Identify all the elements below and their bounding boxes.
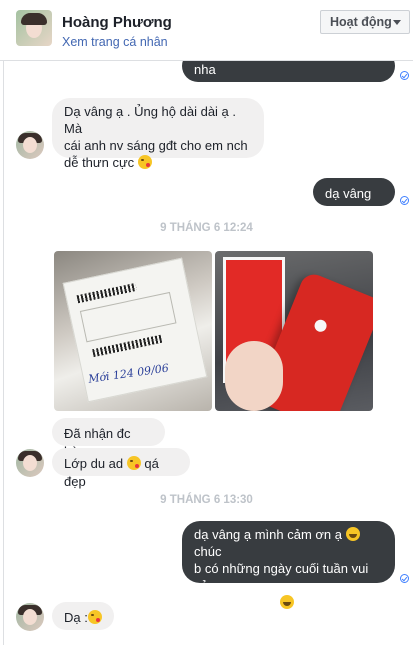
timestamp-divider: 9 THÁNG 6 13:30	[160, 494, 253, 506]
red-phone-case-photo[interactable]	[215, 251, 373, 411]
contact-avatar[interactable]	[16, 10, 52, 46]
timestamp-divider: 9 THÁNG 6 12:24	[160, 222, 253, 234]
message-text-line: b có những ngày cuối tuần vui vẻ	[194, 561, 369, 593]
view-profile-link[interactable]: Xem trang cá nhân	[62, 35, 168, 49]
contact-avatar-small[interactable]	[16, 131, 44, 159]
label-sheet: Mới 124 09/06	[62, 257, 208, 403]
handwritten-note: Mới 124 09/06	[87, 361, 170, 386]
message-bubble-outgoing[interactable]: dạ vâng ^^	[313, 178, 395, 219]
left-divider	[3, 60, 4, 645]
message-text-line: Dạ vâng ạ . Ủng hộ dài dài ạ . Mà	[64, 104, 237, 136]
message-bubble-incoming[interactable]: Lớp du ad qá đẹp	[52, 448, 190, 489]
message-text: nha	[194, 62, 216, 77]
grin-emoji-icon	[345, 527, 360, 541]
contact-avatar-small[interactable]	[16, 603, 44, 631]
message-text-line: dạ vâng ạ mình cảm ơn ạ	[194, 527, 342, 542]
message-text: dạ vâng ^^	[325, 186, 372, 219]
message-bubble-incoming[interactable]: Dạ :	[52, 602, 114, 630]
message-text-line: dễ thưn cực	[64, 155, 135, 170]
seen-check-icon	[400, 196, 409, 205]
seen-check-icon	[400, 71, 409, 80]
kiss-emoji-icon	[137, 155, 152, 169]
apple-logo-icon	[312, 317, 329, 334]
message-bubble-outgoing[interactable]: dạ vâng ạ mình cảm ơn ạ chúc b có những …	[182, 521, 395, 610]
contact-avatar-small[interactable]	[16, 449, 44, 477]
status-dropdown[interactable]: Hoạt động	[320, 10, 410, 34]
message-bubble-incoming[interactable]: Đã nhận đc hàng	[52, 418, 165, 459]
message-text: Dạ :	[64, 610, 88, 625]
contact-name[interactable]: Hoàng Phương	[62, 14, 172, 31]
message-bubble-incoming[interactable]: Dạ vâng ạ . Ủng hộ dài dài ạ . Mà cái an…	[52, 98, 264, 170]
kiss-emoji-icon	[126, 456, 141, 470]
message-text-line: bên gia đình ạ	[194, 595, 277, 610]
chat-header: Hoàng Phương Xem trang cá nhân Hoạt động	[0, 0, 413, 61]
message-text-line: cái anh nv sáng gđt cho em nch	[64, 138, 248, 153]
grin-emoji-icon	[280, 595, 295, 609]
seen-check-icon	[400, 574, 409, 583]
hand	[225, 341, 283, 411]
message-text: Lớp du ad	[64, 456, 124, 471]
status-label: Hoạt động	[330, 15, 392, 29]
shipping-label-photo[interactable]: Mới 124 09/06	[54, 251, 212, 411]
message-text-line: chúc	[194, 544, 222, 559]
status-caret-icon	[393, 20, 401, 25]
kiss-emoji-icon	[87, 610, 102, 624]
